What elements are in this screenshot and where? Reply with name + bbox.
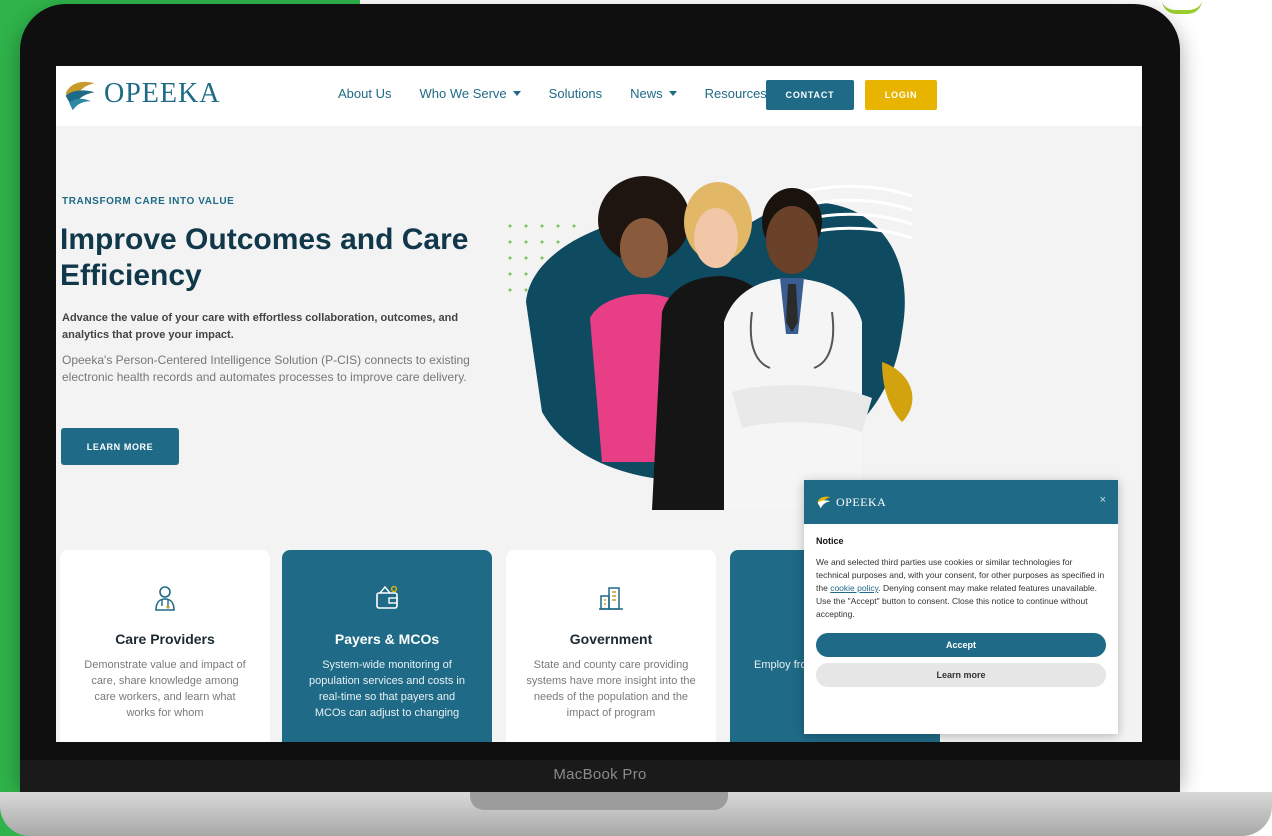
hero-lead: Advance the value of your care with effo…	[62, 312, 459, 341]
main-nav: About Us Who We Serve Solutions News Res…	[338, 86, 781, 101]
cookie-policy-link[interactable]: cookie policy	[830, 583, 878, 593]
card-description: State and county care providing systems …	[526, 659, 696, 719]
logo-leaf-icon	[817, 496, 831, 509]
device-label: MacBook Pro	[553, 766, 647, 783]
card-government[interactable]: Government State and county care providi…	[506, 550, 716, 742]
caret-down-icon	[668, 91, 677, 96]
card-payers-mcos[interactable]: Payers & MCOs System-wide monitoring of …	[282, 550, 492, 742]
site-header: OPEEKA About Us Who We Serve Solutions N…	[56, 66, 1142, 126]
hero-body: Opeeka's Person-Centered Intelligence So…	[62, 353, 470, 384]
cookie-consent-instructions: Use the "Accept" button to consent. Clos…	[816, 596, 1088, 619]
login-button[interactable]: LOGIN	[865, 80, 937, 110]
nav-label: Resources	[704, 86, 767, 101]
contact-button[interactable]: CONTACT	[766, 80, 854, 110]
buildings-icon	[599, 587, 623, 610]
logo-leaf-icon	[65, 81, 95, 111]
laptop-notch	[470, 792, 728, 810]
cookie-learn-more-button[interactable]: Learn more	[816, 663, 1106, 687]
card-title: Payers & MCOs	[334, 631, 440, 647]
nav-about-us[interactable]: About Us	[338, 86, 391, 101]
nav-label: Solutions	[548, 86, 603, 101]
cookie-consent-dialog: OPEEKA × Notice We and selected third pa…	[804, 480, 1118, 734]
brand-logo[interactable]: OPEEKA	[62, 76, 220, 112]
corner-swoosh-decoration	[1162, 0, 1202, 14]
cookie-notice-title: Notice	[816, 536, 844, 546]
cookie-dialog-header: OPEEKA ×	[804, 480, 1118, 524]
nav-solutions[interactable]: Solutions	[549, 86, 602, 101]
wallet-icon	[376, 585, 398, 609]
cookie-text-part: . Denying consent may make related featu…	[878, 583, 1098, 593]
learn-more-button[interactable]: LEARN MORE	[61, 428, 179, 465]
card-description: System-wide monitoring of population ser…	[309, 659, 465, 719]
nav-label: About Us	[338, 86, 392, 101]
nav-news[interactable]: News	[630, 86, 677, 101]
caret-down-icon	[512, 91, 521, 96]
laptop-screen: OPEEKA About Us Who We Serve Solutions N…	[56, 66, 1142, 742]
hero-people-image	[508, 176, 913, 510]
nav-label: Who We Serve	[419, 86, 507, 101]
cookie-dialog-body: Notice We and selected third parties use…	[804, 524, 1118, 621]
doctor-icon	[155, 586, 175, 611]
close-icon[interactable]: ×	[1100, 494, 1106, 506]
card-description: Demonstrate value and impact of care, sh…	[84, 659, 246, 719]
accept-button[interactable]: Accept	[816, 633, 1106, 657]
nav-label: News	[630, 86, 663, 101]
hero-title: Improve Outcomes and Care Efficiency	[60, 223, 469, 292]
card-care-providers[interactable]: Care Providers Demonstrate value and imp…	[60, 550, 270, 742]
cookie-brand-name: OPEEKA	[836, 494, 887, 509]
card-title: Government	[569, 631, 653, 647]
nav-who-we-serve[interactable]: Who We Serve	[419, 86, 521, 101]
cookie-notice-text: We and selected third parties use cookie…	[816, 556, 1106, 595]
cookie-brand-logo: OPEEKA	[816, 494, 886, 510]
hero-eyebrow: TRANSFORM CARE INTO VALUE	[62, 196, 235, 207]
brand-name: OPEEKA	[104, 78, 221, 109]
card-title: Care Providers	[115, 631, 215, 647]
